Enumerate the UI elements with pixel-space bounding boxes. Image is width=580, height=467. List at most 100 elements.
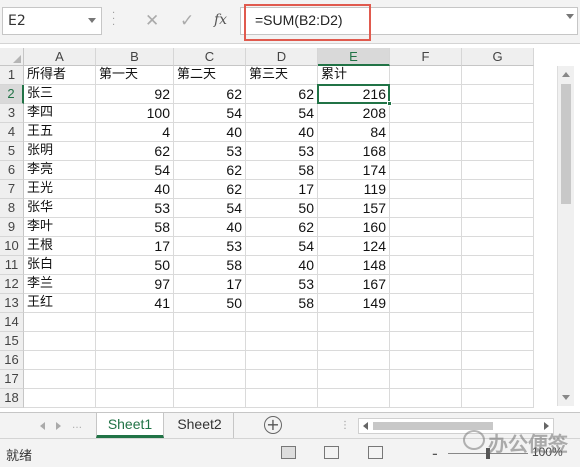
row-header-15[interactable]: 15 <box>0 332 24 351</box>
cell-c14[interactable] <box>174 313 246 332</box>
cell-a14[interactable] <box>24 313 96 332</box>
cell-f18[interactable] <box>390 389 462 408</box>
cell-f2[interactable] <box>390 85 462 104</box>
cell-e9[interactable]: 160 <box>318 218 390 237</box>
cell-a9[interactable]: 李叶 <box>24 218 96 237</box>
cell-e13[interactable]: 149 <box>318 294 390 313</box>
cell-e2[interactable]: 216 <box>318 85 390 104</box>
column-header-a[interactable]: A <box>24 48 96 66</box>
cell-g3[interactable] <box>462 104 534 123</box>
cell-d1[interactable]: 第三天 <box>246 66 318 85</box>
cell-a8[interactable]: 张华 <box>24 199 96 218</box>
cell-e17[interactable] <box>318 370 390 389</box>
cell-a11[interactable]: 张白 <box>24 256 96 275</box>
cell-a6[interactable]: 李亮 <box>24 161 96 180</box>
cell-b11[interactable]: 50 <box>96 256 174 275</box>
cell-f15[interactable] <box>390 332 462 351</box>
cell-b2[interactable]: 92 <box>96 85 174 104</box>
cell-c4[interactable]: 40 <box>174 123 246 142</box>
cell-f7[interactable] <box>390 180 462 199</box>
cell-d4[interactable]: 40 <box>246 123 318 142</box>
cell-c1[interactable]: 第二天 <box>174 66 246 85</box>
vertical-scrollbar[interactable] <box>557 66 574 406</box>
cell-d17[interactable] <box>246 370 318 389</box>
chevron-down-icon[interactable] <box>88 18 96 23</box>
cell-f1[interactable] <box>390 66 462 85</box>
cell-d18[interactable] <box>246 389 318 408</box>
row-header-1[interactable]: 1 <box>0 66 24 85</box>
drag-handle-icon[interactable]: · · · <box>112 9 116 31</box>
cell-c5[interactable]: 53 <box>174 142 246 161</box>
cancel-icon[interactable]: ✕ <box>145 11 159 31</box>
cell-d12[interactable]: 53 <box>246 275 318 294</box>
cell-f12[interactable] <box>390 275 462 294</box>
cell-c17[interactable] <box>174 370 246 389</box>
cell-d8[interactable]: 50 <box>246 199 318 218</box>
cell-c9[interactable]: 40 <box>174 218 246 237</box>
cell-c13[interactable]: 50 <box>174 294 246 313</box>
cell-c10[interactable]: 53 <box>174 237 246 256</box>
cell-b7[interactable]: 40 <box>96 180 174 199</box>
cell-b9[interactable]: 58 <box>96 218 174 237</box>
cell-d14[interactable] <box>246 313 318 332</box>
cell-c16[interactable] <box>174 351 246 370</box>
cell-f10[interactable] <box>390 237 462 256</box>
cell-g1[interactable] <box>462 66 534 85</box>
cell-a16[interactable] <box>24 351 96 370</box>
cell-c11[interactable]: 58 <box>174 256 246 275</box>
insert-function-icon[interactable]: fx <box>214 12 227 28</box>
cell-a13[interactable]: 王红 <box>24 294 96 313</box>
scroll-up-icon[interactable] <box>562 72 570 77</box>
zoom-out-icon[interactable]: - <box>432 444 438 463</box>
cell-a17[interactable] <box>24 370 96 389</box>
cell-d13[interactable]: 58 <box>246 294 318 313</box>
cell-g14[interactable] <box>462 313 534 332</box>
row-header-8[interactable]: 8 <box>0 199 24 218</box>
cell-e15[interactable] <box>318 332 390 351</box>
cell-f14[interactable] <box>390 313 462 332</box>
cell-a7[interactable]: 王光 <box>24 180 96 199</box>
row-header-4[interactable]: 4 <box>0 123 24 142</box>
row-header-2[interactable]: 2 <box>0 85 24 104</box>
cell-e11[interactable]: 148 <box>318 256 390 275</box>
row-header-18[interactable]: 18 <box>0 389 24 408</box>
cell-d15[interactable] <box>246 332 318 351</box>
cell-e16[interactable] <box>318 351 390 370</box>
row-header-6[interactable]: 6 <box>0 161 24 180</box>
cell-f16[interactable] <box>390 351 462 370</box>
cell-a2[interactable]: 张三 <box>24 85 96 104</box>
column-header-c[interactable]: C <box>174 48 246 66</box>
cell-e5[interactable]: 168 <box>318 142 390 161</box>
scroll-down-icon[interactable] <box>562 395 570 400</box>
cell-d3[interactable]: 54 <box>246 104 318 123</box>
cell-d7[interactable]: 17 <box>246 180 318 199</box>
cell-g11[interactable] <box>462 256 534 275</box>
more-sheets-icon[interactable]: … <box>72 420 82 431</box>
cell-c12[interactable]: 17 <box>174 275 246 294</box>
next-sheet-icon[interactable] <box>56 422 61 430</box>
cell-g8[interactable] <box>462 199 534 218</box>
cell-c6[interactable]: 62 <box>174 161 246 180</box>
cell-f13[interactable] <box>390 294 462 313</box>
cell-d16[interactable] <box>246 351 318 370</box>
cell-c15[interactable] <box>174 332 246 351</box>
cell-b4[interactable]: 4 <box>96 123 174 142</box>
cell-e18[interactable] <box>318 389 390 408</box>
cell-d10[interactable]: 54 <box>246 237 318 256</box>
cell-f5[interactable] <box>390 142 462 161</box>
cell-e10[interactable]: 124 <box>318 237 390 256</box>
cell-e6[interactable]: 174 <box>318 161 390 180</box>
row-header-10[interactable]: 10 <box>0 237 24 256</box>
cell-e14[interactable] <box>318 313 390 332</box>
row-header-14[interactable]: 14 <box>0 313 24 332</box>
page-break-view-icon[interactable] <box>368 446 383 459</box>
cell-b10[interactable]: 17 <box>96 237 174 256</box>
cell-c3[interactable]: 54 <box>174 104 246 123</box>
row-header-17[interactable]: 17 <box>0 370 24 389</box>
cell-g4[interactable] <box>462 123 534 142</box>
cell-g15[interactable] <box>462 332 534 351</box>
column-header-e[interactable]: E <box>318 48 390 66</box>
cell-e7[interactable]: 119 <box>318 180 390 199</box>
horizontal-scroll-thumb[interactable] <box>373 422 493 430</box>
cell-b5[interactable]: 62 <box>96 142 174 161</box>
